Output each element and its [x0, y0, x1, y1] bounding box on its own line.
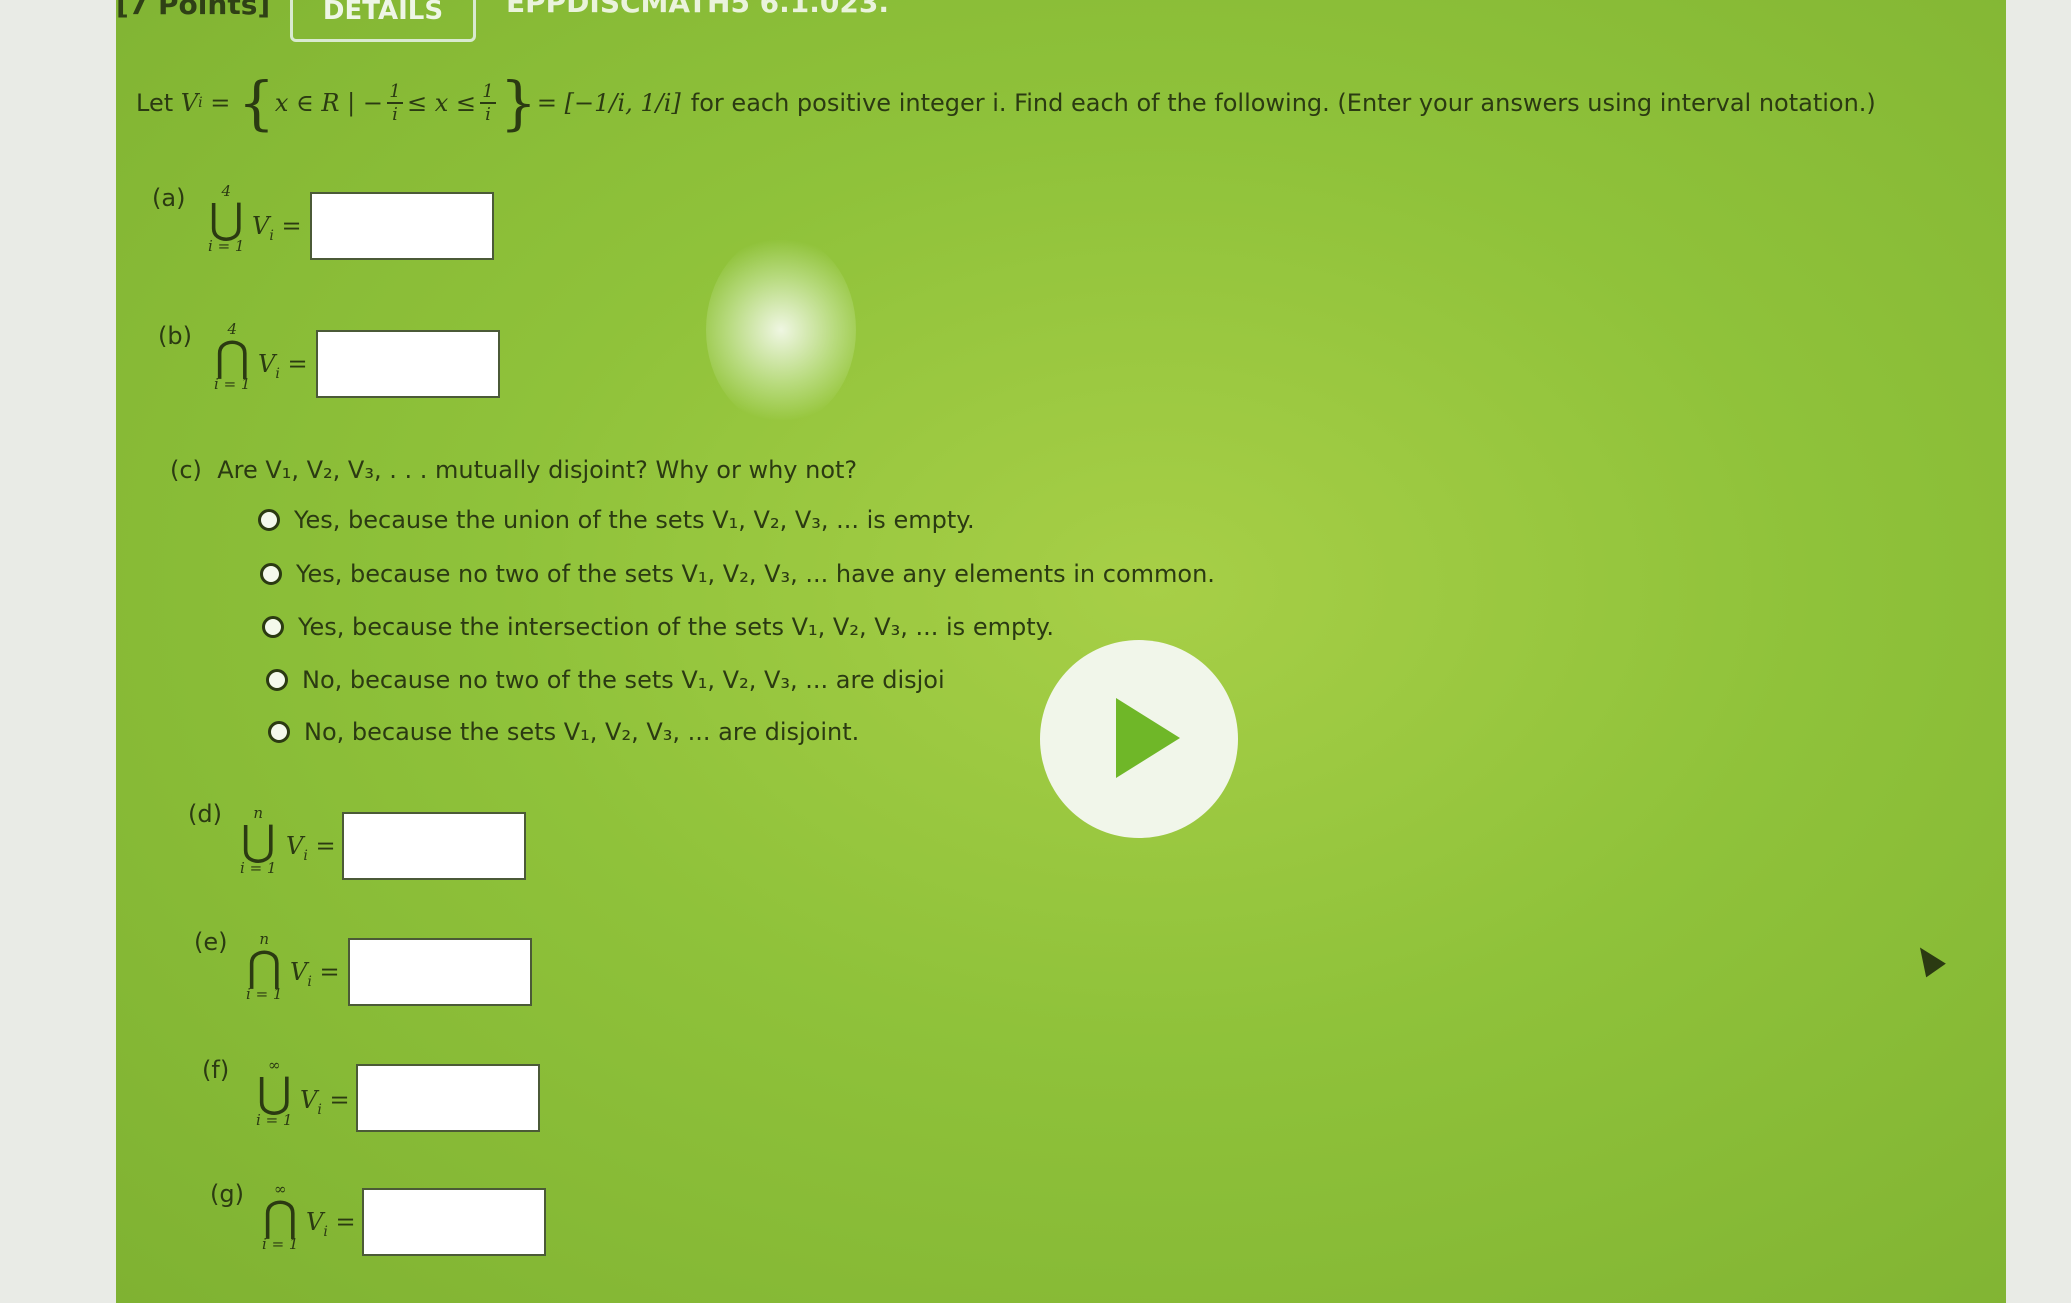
- details-button[interactable]: DETAILS: [290, 0, 476, 42]
- part-a-answer-input[interactable]: [310, 192, 494, 260]
- part-d-union: n ⋃ i = 1: [240, 804, 277, 877]
- part-c-label: (c): [170, 456, 202, 484]
- part-c-question: (c) Are V₁, V₂, V₃, . . . mutually disjo…: [170, 456, 857, 484]
- option-5[interactable]: No, because the sets V₁, V₂, V₃, ... are…: [268, 718, 859, 746]
- part-f-label: (f): [202, 1056, 230, 1084]
- part-b-intersection: 4 ⋂ i = 1: [214, 320, 251, 393]
- part-c-text: Are V₁, V₂, V₃, . . . mutually disjoint?…: [217, 456, 858, 484]
- part-g-label: (g): [210, 1180, 244, 1208]
- option-2[interactable]: Yes, because no two of the sets V₁, V₂, …: [260, 560, 1215, 588]
- part-f-term: Vi =: [300, 1086, 350, 1118]
- part-d-answer-input[interactable]: [342, 812, 526, 880]
- top-bar: [7 Points] DETAILS EPPDISCMATH5 6.1.023.: [116, 0, 2006, 48]
- radio-icon[interactable]: [262, 616, 284, 638]
- union-icon: ⋃: [241, 816, 276, 865]
- radio-icon[interactable]: [266, 669, 288, 691]
- union-icon: ⋃: [209, 194, 244, 243]
- part-e-answer-input[interactable]: [348, 938, 532, 1006]
- part-g-term: Vi =: [306, 1208, 356, 1240]
- option-4[interactable]: No, because no two of the sets V₁, V₂, V…: [266, 666, 945, 694]
- set-definition: Vi = { x ∈ R | − 1 i ≤ x ≤ 1 i } = [−1/i…: [180, 69, 681, 137]
- union-icon: ⋃: [257, 1068, 292, 1117]
- part-e-term: Vi =: [290, 958, 340, 990]
- part-g-intersection: ∞ ⋂ i = 1: [262, 1180, 299, 1253]
- fraction: 1 i: [386, 81, 403, 125]
- question-statement: Let Vi = { x ∈ R | − 1 i ≤ x ≤ 1 i } = […: [136, 74, 1876, 132]
- part-e-intersection: n ⋂ i = 1: [246, 930, 283, 1003]
- points-label: [7 Points]: [116, 0, 271, 21]
- option-1[interactable]: Yes, because the union of the sets V₁, V…: [258, 506, 975, 534]
- intersection-icon: ⋂: [263, 1192, 298, 1241]
- question-panel: [7 Points] DETAILS EPPDISCMATH5 6.1.023.…: [116, 0, 2006, 1303]
- part-d-term: Vi =: [286, 832, 336, 864]
- part-f-answer-input[interactable]: [356, 1064, 540, 1132]
- let-word: Let: [136, 89, 181, 117]
- part-e-label: (e): [194, 928, 228, 956]
- radio-icon[interactable]: [268, 721, 290, 743]
- intersection-icon: ⋂: [215, 332, 250, 381]
- intersection-icon: ⋂: [247, 942, 282, 991]
- part-b-answer-input[interactable]: [316, 330, 500, 398]
- play-button[interactable]: [1040, 640, 1238, 838]
- cursor-icon: [1910, 940, 1946, 978]
- radio-icon[interactable]: [258, 509, 280, 531]
- part-g-answer-input[interactable]: [362, 1188, 546, 1256]
- part-b-label: (b): [158, 322, 192, 350]
- part-b-term: Vi =: [258, 350, 308, 382]
- problem-reference: EPPDISCMATH5 6.1.023.: [506, 0, 889, 19]
- option-3[interactable]: Yes, because the intersection of the set…: [262, 613, 1054, 641]
- part-a-union: 4 ⋃ i = 1: [208, 182, 245, 255]
- fraction: 1 i: [479, 81, 496, 125]
- question-text: for each positive integer i. Find each o…: [690, 89, 1876, 117]
- screen-glare: [706, 235, 856, 425]
- part-a-label: (a): [152, 184, 186, 212]
- play-icon[interactable]: [1116, 698, 1180, 778]
- part-f-union: ∞ ⋃ i = 1: [256, 1056, 293, 1129]
- part-a-term: Vi =: [252, 212, 302, 244]
- radio-icon[interactable]: [260, 563, 282, 585]
- part-d-label: (d): [188, 800, 222, 828]
